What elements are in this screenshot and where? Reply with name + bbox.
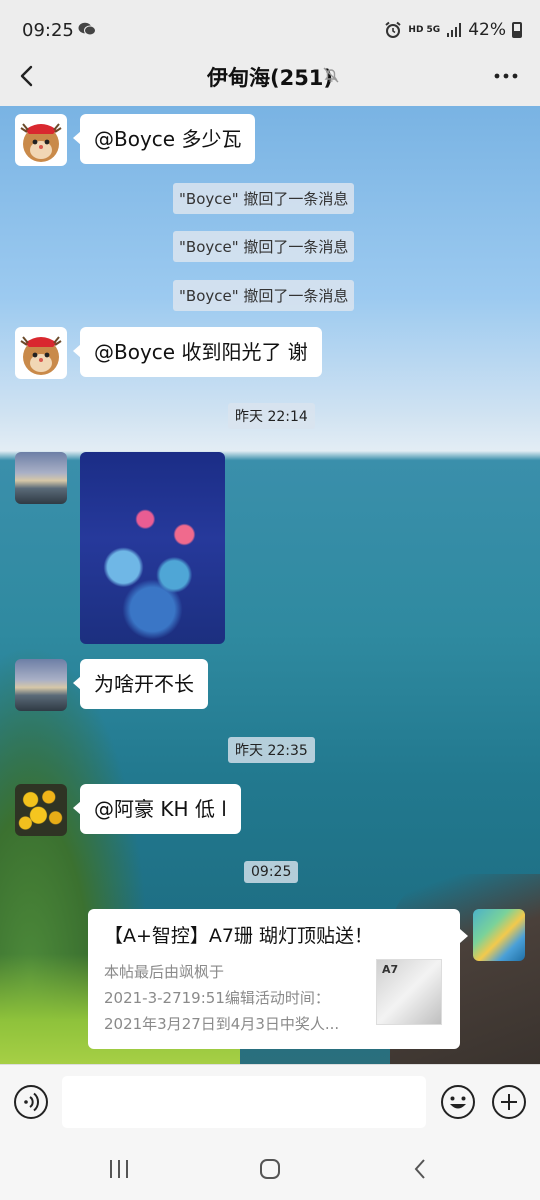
chat-area[interactable]: @Boyce 多少瓦 "Boyce" 撤回了一条消息 "Boyce" 撤回了一条… (0, 106, 540, 1064)
link-card-desc-line: 本帖最后由飒枫于 (104, 963, 225, 981)
avatar[interactable] (15, 659, 67, 711)
link-card-thumbnail: A7 (376, 959, 442, 1025)
plus-circle-icon[interactable] (491, 1084, 527, 1120)
link-card-description: 本帖最后由飒枫于 2021-3-2719:51编辑活动时间： 2021年3月27… (104, 959, 366, 1037)
link-card-message[interactable]: 【A+智控】A7珊 瑚灯顶贴送！ 本帖最后由飒枫于 2021-3-2719:51… (88, 909, 468, 1049)
home-icon[interactable] (257, 1156, 283, 1182)
recall-notice: "Boyce" 撤回了一条消息 (173, 231, 355, 262)
hamster-avatar-icon (20, 123, 62, 162)
image-message[interactable] (80, 452, 225, 644)
timestamp: 昨天 22:14 (228, 403, 315, 429)
status-time: 09:25 (22, 20, 74, 41)
link-card-thumbnail-text: A7 (382, 963, 399, 976)
my-avatar[interactable] (473, 909, 525, 961)
emoji-icon[interactable] (440, 1084, 476, 1120)
message-bubble[interactable]: 为啥开不长 (73, 659, 208, 709)
message-bubble[interactable]: @Boyce 收到阳光了 谢 (73, 327, 322, 377)
timestamp: 昨天 22:35 (228, 737, 315, 763)
hamster-avatar-icon (20, 336, 62, 375)
signal-icon (447, 23, 462, 37)
avatar[interactable] (15, 114, 67, 166)
bell-off-icon (323, 67, 339, 83)
battery-percent: 42% (468, 20, 506, 40)
recall-notice: "Boyce" 撤回了一条消息 (173, 183, 355, 214)
status-right-cluster: HD 5G 42% (384, 20, 522, 40)
message-input[interactable] (62, 1076, 426, 1128)
avatar[interactable] (15, 452, 67, 504)
avatar[interactable] (15, 327, 67, 379)
back-icon[interactable] (408, 1156, 434, 1182)
more-horizontal-icon[interactable] (492, 62, 520, 90)
chat-title: 伊甸海(251) (206, 66, 334, 90)
alarm-icon (385, 21, 402, 38)
wechat-notification-icon (78, 22, 96, 36)
link-card-title: 【A+智控】A7珊 瑚灯顶贴送！ (104, 925, 374, 947)
message-bubble[interactable]: @阿豪 KH 低 l (73, 784, 241, 834)
timestamp: 09:25 (244, 861, 299, 883)
battery-icon (512, 22, 522, 38)
avatar[interactable] (15, 784, 67, 836)
chat-header: 伊甸海(251) (0, 48, 540, 106)
recall-notice: "Boyce" 撤回了一条消息 (173, 280, 355, 311)
recent-apps-icon[interactable] (106, 1156, 132, 1182)
voice-icon[interactable] (13, 1084, 49, 1120)
link-card-desc-line: 2021-3-2719:51编辑活动时间： (104, 989, 330, 1007)
message-bubble[interactable]: @Boyce 多少瓦 (72, 114, 256, 164)
system-nav-bar (0, 1140, 540, 1200)
input-bar (0, 1064, 540, 1140)
network-label: HD 5G (408, 25, 441, 35)
link-card-desc-line: 2021年3月27日到4月3日中奖人... (104, 1015, 340, 1033)
